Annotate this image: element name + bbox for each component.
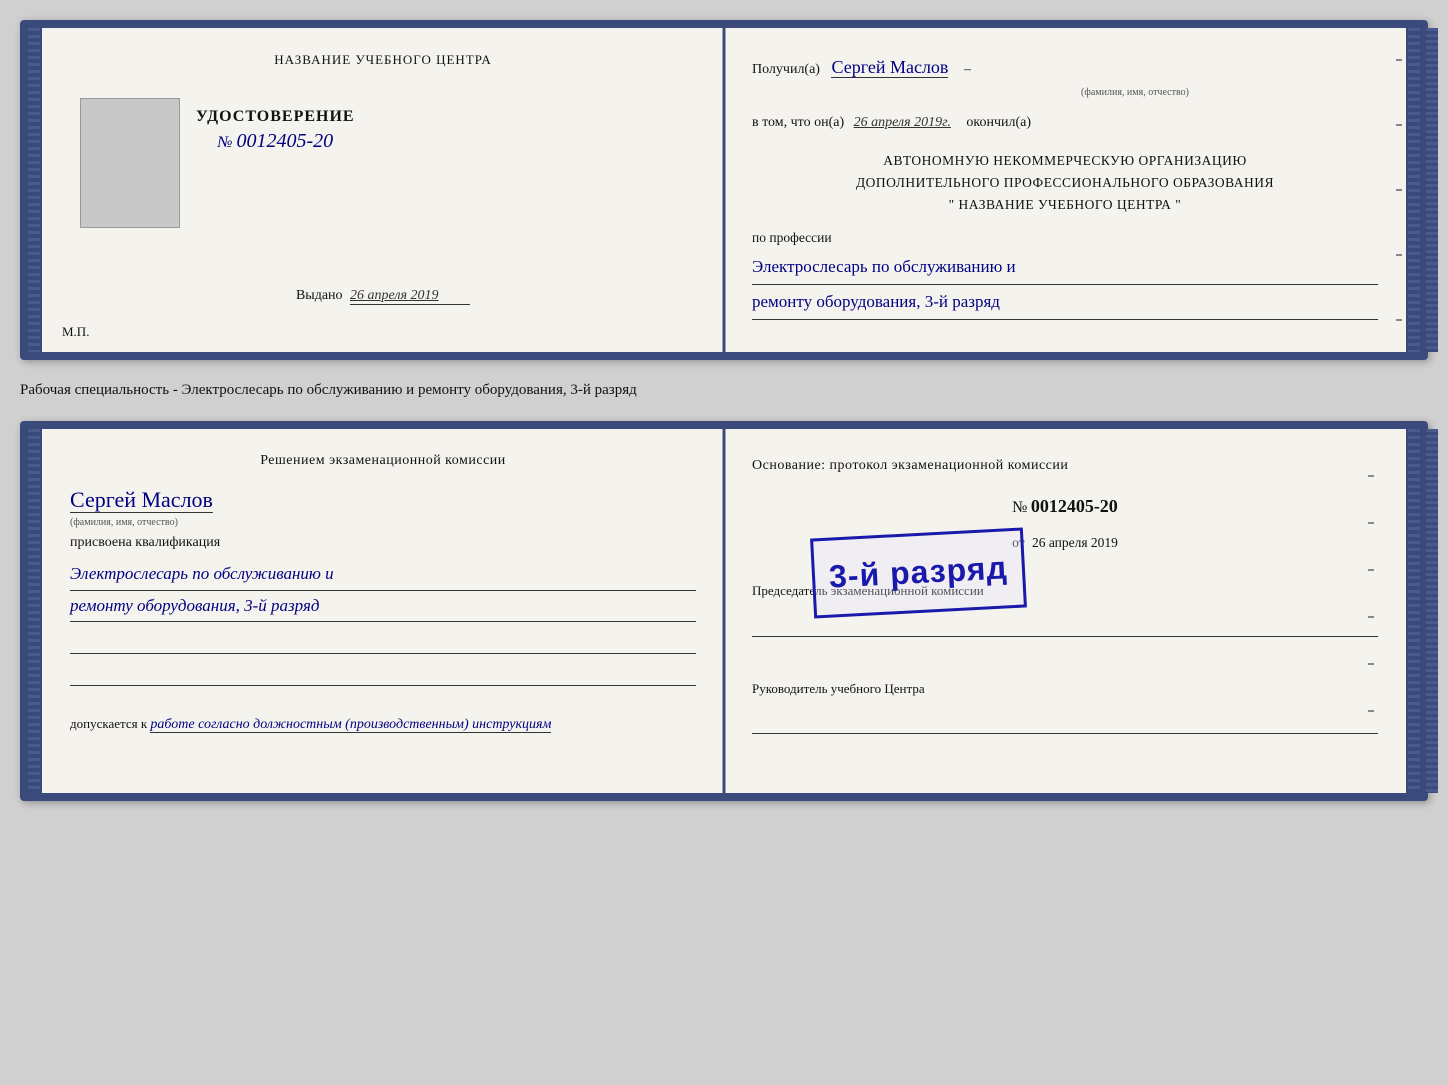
profession-line1: Электрослесарь по обслуживанию и <box>752 250 1378 285</box>
vydano-line: Выдано 26 апреля 2019 <box>296 288 470 305</box>
osnovanie-title: Основание: протокол экзаменационной коми… <box>752 453 1378 478</box>
resheniem-title: Решением экзаменационной комиссии <box>70 453 696 469</box>
photo-placeholder <box>80 98 180 228</box>
card1-right-content: Получил(а) Сергей Маслов – (фамилия, имя… <box>752 52 1378 320</box>
stamp-overlay: 3-й разряд <box>810 527 1027 618</box>
person-name-block: Сергей Маслов (фамилия, имя, отчество) <box>70 487 696 529</box>
vtom-row: в том, что он(а) 26 апреля 2019г. окончи… <box>752 111 1378 135</box>
card2-left-content: Решением экзаменационной комиссии Сергей… <box>70 453 696 733</box>
between-label: Рабочая специальность - Электрослесарь п… <box>20 378 1428 403</box>
rukovoditel-label: Руководитель учебного Центра <box>752 677 1378 700</box>
dopuskaetsya-block: допускается к работе согласно должностны… <box>70 716 696 733</box>
card2-right-panel: Основание: протокол экзаменационной коми… <box>724 429 1406 793</box>
certificate-card-1: НАЗВАНИЕ УЧЕБНОГО ЦЕНТРА УДОСТОВЕРЕНИЕ №… <box>20 20 1428 360</box>
avt-block: АВТОНОМНУЮ НЕКОММЕРЧЕСКУЮ ОРГАНИЗАЦИЮ ДО… <box>752 150 1378 215</box>
udostoverenie-block: УДОСТОВЕРЕНИЕ № 0012405-20 <box>196 108 355 153</box>
kvalif-line2: ремонту оборудования, 3-й разряд <box>70 591 696 623</box>
recipient-name: Сергей Маслов <box>831 57 948 78</box>
protocol-number-block: № 0012405-20 <box>752 490 1378 523</box>
prisvoena-label: присвоена квалификация <box>70 535 696 551</box>
right-edge-marks <box>1394 28 1404 352</box>
card1-left-panel: НАЗВАНИЕ УЧЕБНОГО ЦЕНТРА УДОСТОВЕРЕНИЕ №… <box>42 28 724 352</box>
training-center-title: НАЗВАНИЕ УЧЕБНОГО ЦЕНТРА <box>274 52 491 68</box>
profession-line2: ремонту оборудования, 3-й разряд <box>752 285 1378 320</box>
poluchil-row: Получил(а) Сергей Маслов – (фамилия, имя… <box>752 52 1378 101</box>
vtom-date: 26 апреля 2019г. <box>854 115 951 130</box>
dopusk-text: работе согласно должностным (производств… <box>150 717 551 733</box>
number-value: 0012405-20 <box>237 130 334 152</box>
rukovoditel-signature-line <box>752 704 1378 734</box>
protocol-number: 0012405-20 <box>1031 496 1118 516</box>
card2-left-panel: Решением экзаменационной комиссии Сергей… <box>42 429 724 793</box>
mp-label: М.П. <box>62 324 89 340</box>
certificate-card-2: Решением экзаменационной комиссии Сергей… <box>20 421 1428 801</box>
stamp-text: 3-й разряд <box>828 539 1010 606</box>
po-professii: по профессии Электрослесарь по обслужива… <box>752 227 1378 320</box>
vydano-date: 26 апреля 2019 <box>350 288 470 305</box>
spine-right-1 <box>1406 28 1420 352</box>
kvalif-line1: Электрослесарь по обслуживанию и <box>70 559 696 591</box>
card2-person-name: Сергей Маслов <box>70 487 213 513</box>
rukovoditel-block: Руководитель учебного Центра <box>752 677 1378 734</box>
right-edge-marks-2 <box>1366 453 1376 734</box>
udostoverenie-title: УДОСТОВЕРЕНИЕ <box>196 108 355 126</box>
spine-left <box>28 28 42 352</box>
spine-right-2 <box>1406 429 1420 793</box>
fio-label-card1: (фамилия, имя, отчество) <box>892 84 1378 101</box>
spine-left-2 <box>28 429 42 793</box>
card2-right-content: Основание: протокол экзаменационной коми… <box>752 453 1378 734</box>
card1-right-panel: Получил(а) Сергей Маслов – (фамилия, имя… <box>724 28 1406 352</box>
page-wrapper: НАЗВАНИЕ УЧЕБНОГО ЦЕНТРА УДОСТОВЕРЕНИЕ №… <box>20 20 1428 801</box>
udostoverenie-number: № 0012405-20 <box>196 130 355 153</box>
ot-date: 26 апреля 2019 <box>1032 535 1118 550</box>
card1-left-content: НАЗВАНИЕ УЧЕБНОГО ЦЕНТРА УДОСТОВЕРЕНИЕ №… <box>70 52 696 328</box>
fio-label-card2: (фамилия, имя, отчество) <box>70 517 178 528</box>
